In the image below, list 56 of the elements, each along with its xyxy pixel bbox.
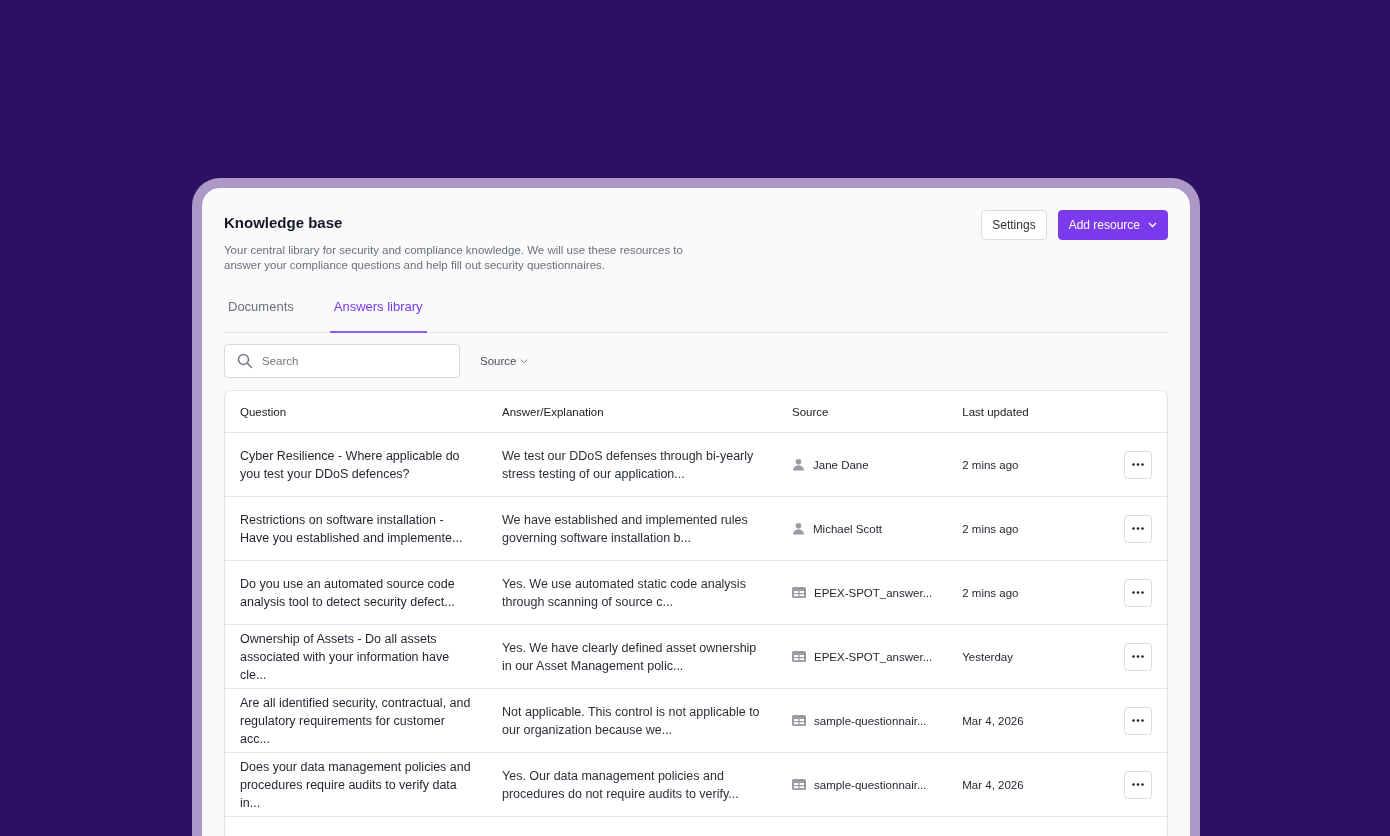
more-icon [1132,591,1144,594]
source-name: EPEX-SPOT_answer... [814,586,933,599]
updated-time: 2 mins ago [962,458,1019,471]
more-button[interactable] [1124,770,1152,799]
answer-text: Not applicable. This control is not applicable to our organization because we... [502,704,760,737]
more-button[interactable] [1124,706,1152,735]
answer-text: We test our DDoS defenses through bi-yearly stress testing of our application... [502,448,754,481]
question-text: Ownership of Assets - Do all assets associated with your information have cle... [240,631,450,682]
updated-time: Mar 4, 2026 [962,778,1024,791]
more-button[interactable] [1124,578,1152,607]
person-icon [792,458,805,471]
more-button[interactable] [1124,642,1152,671]
updated-time: Mar 4, 2026 [962,714,1024,727]
tab[interactable]: Documents [224,292,298,333]
more-button[interactable] [1124,450,1152,479]
source-name: Michael Scott [813,522,883,535]
person-icon [792,522,805,535]
page-description: Your central library for security and compliance knowledge. We will use these resources to answer your compliance questions and help fill out security questionnaires. [224,243,684,272]
add-resource-button[interactable]: Add resource [1057,210,1168,240]
source-name: Jane Dane [813,458,869,471]
answer-text: We have established and implemented rules governing software installation b... [502,512,748,545]
answer-text: Yes. We have clearly defined asset ownership in our Asset Management polic... [502,640,757,673]
more-button[interactable] [1124,514,1152,543]
column-header: Last updated [947,391,1044,433]
table-icon [792,587,806,598]
source-name: sample-questionnair... [814,714,927,727]
page-title: Knowledge base [224,214,344,231]
column-header: Source [777,391,948,433]
updated-time: 2 mins ago [962,586,1019,599]
updated-time: Yesterday [962,650,1013,663]
table-icon [792,715,806,726]
chevron-down-icon [520,358,529,364]
question-text: Does your data management policies and procedures require audits to verify data in... [240,759,471,810]
answer-text: Yes. Our data management policies and procedures do not require audits to verify... [502,768,739,801]
source-filter[interactable]: Source [480,355,529,367]
source-name: EPEX-SPOT_answer... [814,650,933,663]
chevron-down-icon [1148,222,1157,228]
more-icon [1132,527,1144,530]
tab[interactable]: Answers library [329,292,427,333]
column-header: Question [225,391,487,433]
table-icon [792,779,806,790]
question-text: Cyber Resilience - Where applicable do you test your DDoS defences? [240,448,460,481]
question-text: Do you use an automated source code analysis tool to detect security defect... [240,576,455,609]
more-icon [1132,719,1144,722]
settings-button[interactable]: Settings [981,210,1047,240]
question-text: Are all identified security, contractual, and regulatory requirements for customer acc... [240,695,471,746]
more-icon [1132,783,1144,786]
question-text: Restrictions on software installation - Have you established and implemente... [240,512,463,545]
table-icon [792,651,806,662]
source-name: sample-questionnair... [814,778,927,791]
column-header: Answer/Explanation [487,391,777,433]
more-icon [1132,655,1144,658]
search-field[interactable]: Search [224,344,460,378]
updated-time: 2 mins ago [962,522,1019,535]
answer-text: Yes. We use automated static code analysis through scanning of source c... [502,576,746,609]
more-icon [1132,463,1144,466]
